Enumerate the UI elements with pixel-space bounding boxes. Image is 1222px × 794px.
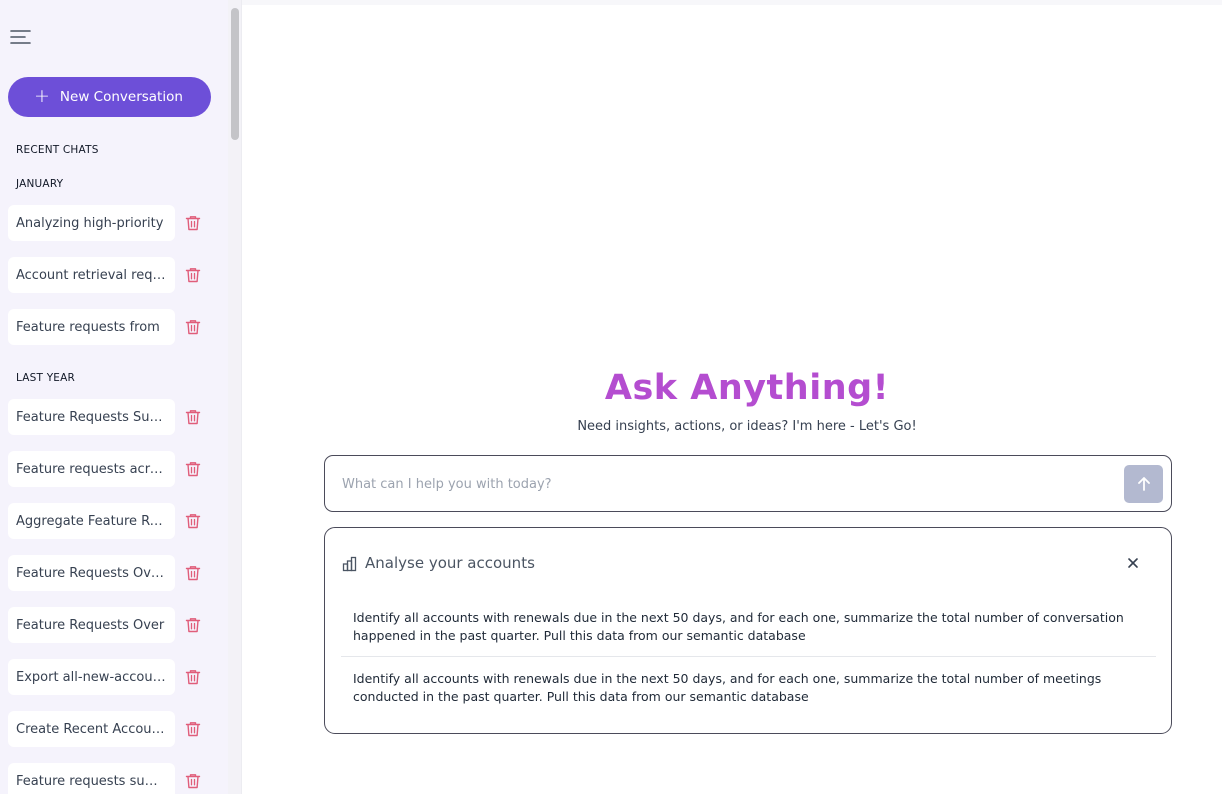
- trash-icon[interactable]: [184, 318, 202, 336]
- trash-icon[interactable]: [184, 408, 202, 426]
- trash-icon[interactable]: [184, 460, 202, 478]
- chat-item-label: Feature requests across: [16, 461, 166, 477]
- close-icon[interactable]: [1126, 555, 1140, 569]
- trash-icon[interactable]: [184, 512, 202, 530]
- chat-item-label: Feature Requests Overview: [16, 565, 166, 581]
- new-conversation-label: New Conversation: [59, 89, 183, 105]
- arrow-up-icon: [1137, 477, 1150, 491]
- menu-icon[interactable]: [10, 28, 32, 46]
- sidebar-scrollbar-thumb[interactable]: [231, 8, 239, 140]
- trash-icon[interactable]: [184, 214, 202, 232]
- trash-icon[interactable]: [184, 668, 202, 686]
- chat-item-label: Feature requests summary: [16, 773, 166, 789]
- trash-icon[interactable]: [184, 266, 202, 284]
- prompt-box: [324, 455, 1172, 512]
- trash-icon[interactable]: [184, 564, 202, 582]
- chat-item-label: Feature Requests Over: [16, 617, 165, 633]
- chat-item[interactable]: Feature Requests Over: [8, 607, 175, 643]
- send-button[interactable]: [1124, 465, 1163, 503]
- chat-item[interactable]: Feature requests across: [8, 451, 175, 487]
- chat-item[interactable]: Export all-new-accounts: [8, 659, 175, 695]
- trash-icon[interactable]: [184, 772, 202, 790]
- chat-item-label: Feature requests from: [16, 319, 160, 335]
- chat-item[interactable]: Feature requests summary: [8, 763, 175, 794]
- prompt-input[interactable]: [342, 474, 1102, 494]
- suggestion-item[interactable]: Identify all accounts with renewals due …: [341, 609, 1156, 645]
- chat-item[interactable]: Account retrieval request: [8, 257, 175, 293]
- sidebar: + New Conversation RECENT CHATS JANUARY …: [0, 0, 228, 794]
- chat-item[interactable]: Feature Requests Summary: [8, 399, 175, 435]
- main-top-strip: [242, 0, 1222, 5]
- recent-chats-heading: RECENT CHATS: [16, 144, 99, 156]
- trash-icon[interactable]: [184, 616, 202, 634]
- chat-item-label: Create Recent Accounts: [16, 721, 166, 737]
- chat-item[interactable]: Feature requests from: [8, 309, 175, 345]
- chat-item-label: Feature Requests Summary: [16, 409, 166, 425]
- new-conversation-button[interactable]: + New Conversation: [8, 77, 211, 117]
- page-title: Ask Anything!: [604, 368, 890, 408]
- chat-item[interactable]: Aggregate Feature Requests: [8, 503, 175, 539]
- chat-item[interactable]: Analyzing high-priority: [8, 205, 175, 241]
- group-label-january: JANUARY: [16, 178, 64, 190]
- page-subtitle: Need insights, actions, or ideas? I'm he…: [577, 419, 917, 434]
- chat-item[interactable]: Feature Requests Overview: [8, 555, 175, 591]
- chat-item[interactable]: Create Recent Accounts: [8, 711, 175, 747]
- chat-item-label: Aggregate Feature Requests: [16, 513, 166, 529]
- chat-item-label: Export all-new-accounts: [16, 669, 166, 685]
- bar-chart-icon: [342, 556, 358, 572]
- divider: [341, 656, 1156, 657]
- suggestion-card-title: Analyse your accounts: [365, 554, 535, 572]
- suggestion-card: Analyse your accounts Identify all accou…: [324, 527, 1172, 734]
- plus-icon: +: [34, 84, 50, 107]
- sidebar-scrollbar[interactable]: [228, 0, 242, 794]
- chat-item-label: Account retrieval request: [16, 267, 166, 283]
- chat-item-label: Analyzing high-priority: [16, 215, 164, 231]
- trash-icon[interactable]: [184, 720, 202, 738]
- group-label-last-year: LAST YEAR: [16, 372, 76, 384]
- suggestion-item[interactable]: Identify all accounts with renewals due …: [341, 670, 1156, 706]
